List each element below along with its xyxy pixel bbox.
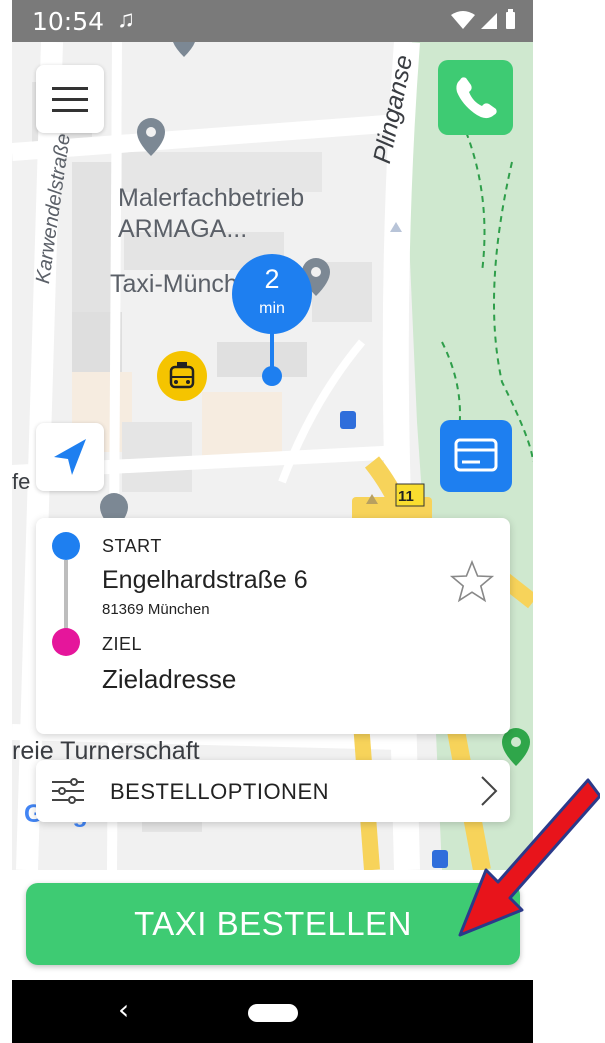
start-address-street[interactable]: Engelhardstraße 6	[102, 566, 308, 595]
start-marker-dot	[52, 532, 80, 560]
locate-me-button[interactable]	[36, 423, 104, 491]
destination-marker-dot	[52, 628, 80, 656]
eta-pin: 2 min	[232, 254, 312, 386]
annotation-arrow-icon	[458, 778, 600, 937]
taxi-car-marker[interactable]	[157, 351, 207, 401]
music-note-icon: ♫	[117, 6, 135, 33]
credit-card-icon	[454, 438, 498, 472]
star-outline-icon[interactable]	[448, 558, 496, 611]
payment-button[interactable]	[440, 420, 512, 492]
address-card: START Engelhardstraße 6 81369 München ZI…	[36, 518, 510, 734]
eta-value: 2	[264, 264, 280, 294]
route-connector	[64, 560, 68, 630]
system-nav-bar: ‹	[12, 980, 533, 1043]
order-options-button[interactable]: BESTELLOPTIONEN	[36, 760, 510, 822]
sliders-icon	[50, 776, 86, 811]
destination-address-field[interactable]: Zieladresse	[102, 664, 236, 695]
eta-bubble: 2 min	[232, 254, 312, 334]
back-icon[interactable]: ‹	[118, 993, 129, 1026]
start-address-city: 81369 München	[102, 601, 210, 618]
status-time: 10:54	[32, 7, 105, 36]
home-pill-icon[interactable]	[248, 1004, 298, 1022]
order-options-label: BESTELLOPTIONEN	[110, 779, 330, 804]
taxi-car-icon	[169, 362, 195, 389]
status-bar: 10:54 ♫	[12, 0, 533, 42]
wifi-signal-battery-icon	[451, 9, 515, 29]
hamburger-menu-icon	[52, 87, 88, 90]
start-label: START	[102, 536, 162, 556]
call-button[interactable]	[438, 60, 513, 135]
map-label-maler: Malerfachbetrieb ARMAGA...	[118, 184, 305, 243]
status-icons	[449, 9, 519, 38]
phone-icon	[456, 77, 497, 119]
destination-label: ZIEL	[102, 634, 143, 654]
tram-line-number: 11	[398, 488, 414, 505]
pickup-location-dot	[262, 366, 282, 386]
menu-button[interactable]	[36, 65, 104, 133]
navigation-arrow-icon	[54, 439, 86, 475]
eta-unit: min	[259, 300, 285, 317]
